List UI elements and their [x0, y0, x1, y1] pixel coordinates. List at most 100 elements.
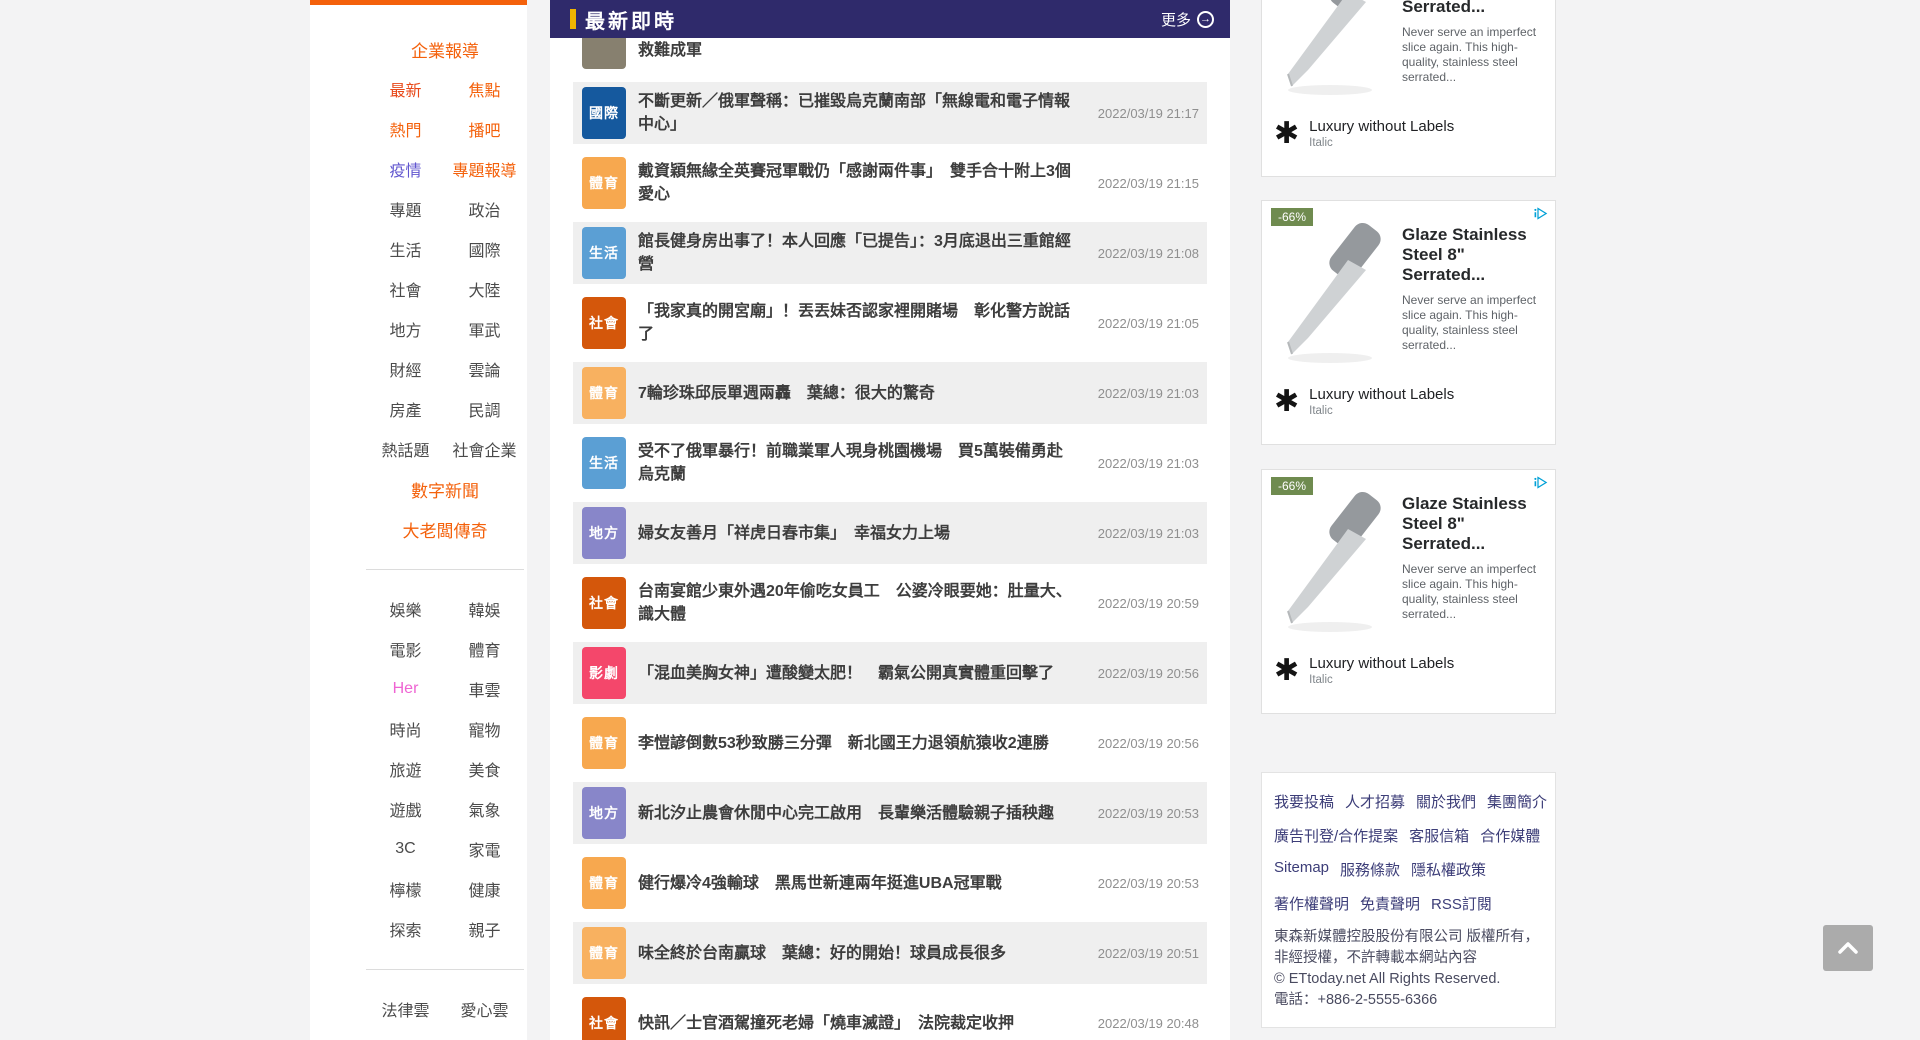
news-row[interactable]: 體育 李愷諺倒數53秒致勝三分彈 新北國王力退領航猿收2連勝 2022/03/1…	[573, 712, 1207, 774]
footer-link[interactable]: RSS訂閱	[1431, 893, 1492, 914]
news-headline[interactable]: 婦女友善月「祥虎日春市集」 幸福女力上場	[638, 522, 1078, 545]
sidebar-item[interactable]: 財經	[389, 357, 421, 381]
sidebar-item[interactable]: 大老闆傳奇	[403, 517, 488, 542]
news-row[interactable]: 影劇 「混血美胸女神」遭酸變太肥！ 霸氣公開真實體重回擊了 2022/03/19…	[573, 642, 1207, 704]
sidebar-item[interactable]: 寵物	[468, 717, 500, 741]
news-row[interactable]: 地方 婦女友善月「祥虎日春市集」 幸福女力上場 2022/03/19 21:03	[573, 502, 1207, 564]
ad-card[interactable]: -66% Glaze Stainless Steel 8"	[1261, 0, 1556, 177]
news-row[interactable]: 地方 新北汐止農會休閒中心完工啟用 長輩樂活體驗親子插秧趣 2022/03/19…	[573, 782, 1207, 844]
sidebar-item[interactable]: 數字新聞	[411, 477, 479, 502]
adchoices-icon[interactable]	[1533, 475, 1548, 495]
category-badge[interactable]: 體育	[582, 927, 626, 979]
footer-link[interactable]: 人才招募	[1345, 791, 1405, 812]
sidebar-item[interactable]: 民調	[468, 397, 500, 421]
footer-link[interactable]: 著作權聲明	[1274, 893, 1349, 914]
sidebar-item[interactable]: 體育	[468, 637, 500, 661]
sidebar-item[interactable]: 遊戲	[389, 797, 421, 821]
sidebar-item[interactable]: 焦點	[468, 77, 500, 101]
sidebar-item[interactable]: Her	[393, 680, 419, 698]
news-headline[interactable]: 新北汐止農會休閒中心完工啟用 長輩樂活體驗親子插秧趣	[638, 802, 1078, 825]
footer-link[interactable]: 客服信箱	[1409, 825, 1469, 846]
sidebar-item[interactable]: 地方	[389, 317, 421, 341]
news-headline[interactable]: 台南宴館少東外遇20年偷吃女員工 公婆冷眼要她：肚量大、識大體	[638, 580, 1078, 626]
news-row[interactable]: 體育 戴資穎無緣全英賽冠軍戰仍「感謝兩件事」 雙手合十附上3個愛心 2022/0…	[573, 152, 1207, 214]
footer-link[interactable]: 合作媒體	[1480, 825, 1540, 846]
category-badge[interactable]: 社會	[582, 997, 626, 1040]
news-headline[interactable]: 健行爆冷4強輸球 黑馬世新連兩年挺進UBA冠軍戰	[638, 872, 1078, 895]
category-badge[interactable]: 體育	[582, 717, 626, 769]
category-badge[interactable]: 地方	[582, 787, 626, 839]
news-row[interactable]: 社會 「我家真的開宮廟」！丟丟妹否認家裡開賭場 彰化警方說話了 2022/03/…	[573, 292, 1207, 354]
category-badge[interactable]: 影劇	[582, 647, 626, 699]
adchoices-icon[interactable]	[1533, 206, 1548, 226]
sidebar-item[interactable]: 電影	[389, 637, 421, 661]
news-headline[interactable]: 快訊／士官酒駕撞死老婦「燒車滅證」 法院裁定收押	[638, 1012, 1078, 1035]
sidebar-item[interactable]: 3C	[395, 840, 415, 858]
news-headline[interactable]: 味全終於台南贏球 葉總：好的開始！球員成長很多	[638, 942, 1078, 965]
more-link[interactable]: 更多 →	[1161, 9, 1214, 30]
news-row[interactable]: 體育 健行爆冷4強輸球 黑馬世新連兩年挺進UBA冠軍戰 2022/03/19 2…	[573, 852, 1207, 914]
news-row[interactable]: 社會 台南宴館少東外遇20年偷吃女員工 公婆冷眼要她：肚量大、識大體 2022/…	[573, 572, 1207, 634]
sidebar-item[interactable]	[366, 569, 524, 570]
category-badge[interactable]: 社會	[582, 577, 626, 629]
footer-link[interactable]: 服務條款	[1340, 859, 1400, 880]
sidebar-item[interactable]: 韓娛	[468, 597, 500, 621]
category-badge[interactable]: 社會	[582, 297, 626, 349]
sidebar-item[interactable]: 氣象	[468, 797, 500, 821]
sidebar-item[interactable]: 房產	[389, 397, 421, 421]
sidebar-item[interactable]: 家電	[468, 837, 500, 861]
sidebar-item[interactable]: 軍武	[468, 317, 500, 341]
sidebar-item[interactable]: 時尚	[389, 717, 421, 741]
sidebar-item[interactable]: 社會企業	[452, 437, 516, 461]
news-row[interactable]: 生活 受不了俄軍暴行！前職業軍人現身桃園機場 買5萬裝備勇赴烏克蘭 2022/0…	[573, 432, 1207, 494]
sidebar-item[interactable]: 親子	[468, 917, 500, 941]
ad-brand-name[interactable]: Luxury without Labels	[1309, 386, 1454, 403]
news-headline[interactable]: 救難成軍	[638, 38, 1078, 62]
category-badge[interactable]: 生活	[582, 227, 626, 279]
ad-card[interactable]: -66% Glaze Stainless Steel 8"	[1261, 200, 1556, 445]
sidebar-item[interactable]: 健康	[468, 877, 500, 901]
sidebar-item[interactable]: 專題	[389, 197, 421, 221]
ad-brand-name[interactable]: Luxury without Labels	[1309, 655, 1454, 672]
news-headline[interactable]: 戴資穎無緣全英賽冠軍戰仍「感謝兩件事」 雙手合十附上3個愛心	[638, 160, 1078, 206]
ad-headline[interactable]: Glaze Stainless Steel 8" Serrated...	[1402, 0, 1543, 17]
category-badge[interactable]: 地方	[582, 507, 626, 559]
sidebar-item[interactable]: 社會	[389, 277, 421, 301]
footer-link[interactable]: Sitemap	[1274, 859, 1329, 880]
sidebar-item[interactable]: 旅遊	[389, 757, 421, 781]
category-badge[interactable]: 體育	[582, 157, 626, 209]
sidebar-item[interactable]: 生活	[389, 237, 421, 261]
ad-card[interactable]: -66% Glaze Stainless Steel 8"	[1261, 469, 1556, 714]
sidebar-item[interactable]: 法律雲	[381, 997, 429, 1021]
sidebar-item[interactable]: 愛心雲	[460, 997, 508, 1021]
sidebar-item[interactable]: 車雲	[468, 677, 500, 701]
sidebar-item[interactable]: 政治	[468, 197, 500, 221]
sidebar-item[interactable]: 探索	[389, 917, 421, 941]
category-badge[interactable]: 國際	[582, 87, 626, 139]
sidebar-item[interactable]: 娛樂	[389, 597, 421, 621]
category-badge[interactable]	[582, 38, 626, 69]
news-headline[interactable]: 「混血美胸女神」遭酸變太肥！ 霸氣公開真實體重回擊了	[638, 662, 1078, 685]
footer-link[interactable]: 廣告刊登/合作提案	[1274, 825, 1398, 846]
ad-brand-name[interactable]: Luxury without Labels	[1309, 118, 1454, 135]
news-headline[interactable]: 「我家真的開宮廟」！丟丟妹否認家裡開賭場 彰化警方說話了	[638, 300, 1078, 346]
sidebar-item[interactable]: 檸檬	[389, 877, 421, 901]
sidebar-item[interactable]: 熱話題	[381, 437, 429, 461]
sidebar-item[interactable]: 熱門	[389, 117, 421, 141]
sidebar-item[interactable]: 大陸	[468, 277, 500, 301]
news-row[interactable]: 社會 快訊／士官酒駕撞死老婦「燒車滅證」 法院裁定收押 2022/03/19 2…	[573, 992, 1207, 1040]
news-row[interactable]: 救難成軍	[573, 38, 1207, 74]
sidebar-item[interactable]: 美食	[468, 757, 500, 781]
news-row[interactable]: 體育 7輪珍珠邱辰單週兩轟 葉總：很大的驚奇 2022/03/19 21:03	[573, 362, 1207, 424]
sidebar-item[interactable]: 雲論	[468, 357, 500, 381]
footer-link[interactable]: 我要投稿	[1274, 791, 1334, 812]
footer-link[interactable]: 關於我們	[1416, 791, 1476, 812]
scroll-to-top-button[interactable]	[1823, 925, 1873, 971]
sidebar-item[interactable]: 企業報導	[411, 37, 479, 62]
category-badge[interactable]: 體育	[582, 857, 626, 909]
category-badge[interactable]: 生活	[582, 437, 626, 489]
footer-link[interactable]: 免責聲明	[1360, 893, 1420, 914]
footer-link[interactable]: 集團簡介	[1487, 791, 1547, 812]
sidebar-item[interactable]: 最新	[389, 77, 421, 101]
news-headline[interactable]: 館長健身房出事了！本人回應「已提告」：3月底退出三重館經營	[638, 230, 1078, 276]
